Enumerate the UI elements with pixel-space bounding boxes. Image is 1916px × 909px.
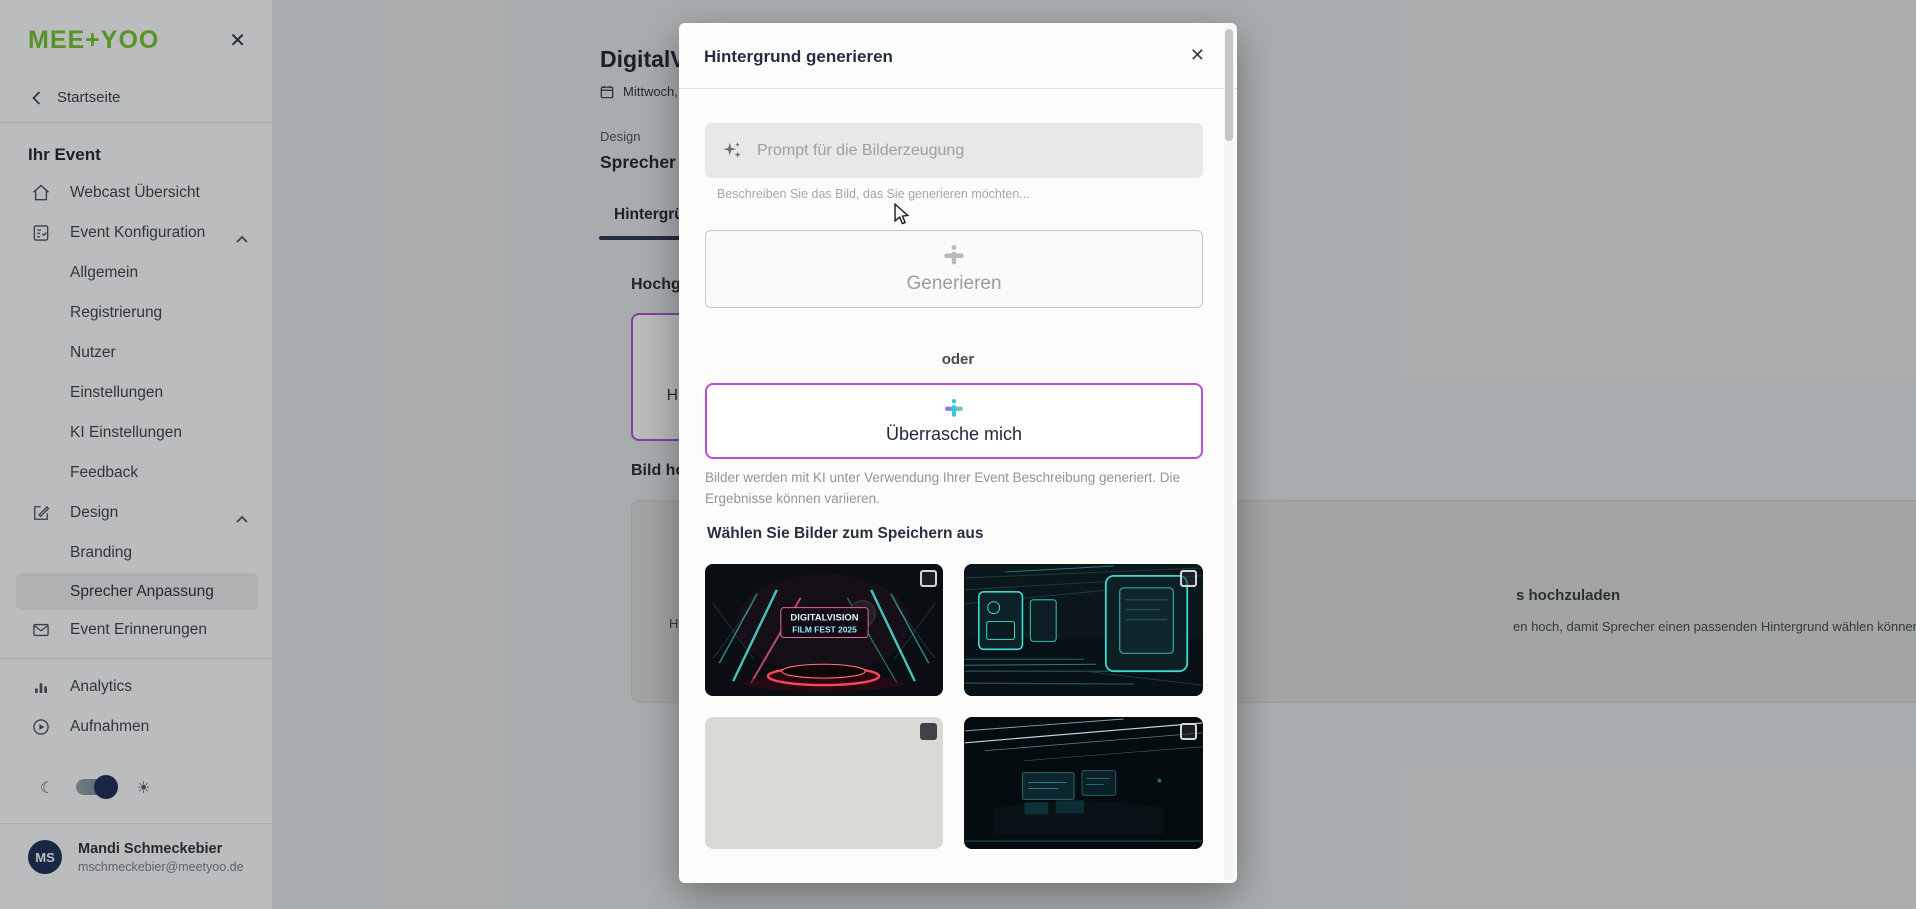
surprise-me-label: Überrasche mich: [886, 424, 1022, 445]
image-checkbox[interactable]: [1180, 723, 1197, 740]
image-checkbox[interactable]: [920, 723, 937, 740]
modal-scrollbar[interactable]: [1224, 26, 1234, 880]
sparkles-icon: [721, 140, 743, 162]
generate-button[interactable]: Generieren: [705, 230, 1203, 308]
modal-title: Hintergrund generieren: [704, 47, 893, 67]
plus-icon: [943, 398, 965, 420]
close-icon[interactable]: ✕: [1190, 45, 1205, 66]
app-root: MEE+YOO ✕ Startseite Ihr Event Webcast Ü…: [0, 0, 1916, 909]
surprise-me-button[interactable]: Überrasche mich: [705, 383, 1203, 459]
ai-generation-note: Bilder werden mit KI unter Verwendung Ih…: [705, 468, 1183, 510]
generated-image-neon-stage[interactable]: DIGITALVISION FILM FEST 2025: [705, 564, 943, 696]
scrollbar-thumb[interactable]: [1225, 29, 1233, 141]
generated-image-placeholder[interactable]: [705, 717, 943, 849]
image-checkbox[interactable]: [1180, 570, 1197, 587]
generated-image-control-room[interactable]: [964, 717, 1203, 849]
or-separator: oder: [679, 351, 1237, 368]
prompt-input[interactable]: [757, 142, 1187, 160]
sign-line2: FILM FEST 2025: [792, 624, 857, 634]
generate-background-modal: Hintergrund generieren ✕ Beschreiben Sie…: [679, 23, 1237, 883]
mouse-cursor: [892, 203, 912, 225]
generated-image-futuristic-studio[interactable]: [964, 564, 1203, 696]
sign-line1: DIGITALVISION: [790, 612, 858, 623]
prompt-helper-text: Beschreiben Sie das Bild, das Sie generi…: [717, 187, 1030, 201]
prompt-field[interactable]: [705, 123, 1203, 178]
modal-header: Hintergrund generieren ✕: [679, 23, 1237, 89]
select-images-heading: Wählen Sie Bilder zum Speichern aus: [707, 525, 984, 543]
image-checkbox[interactable]: [920, 570, 937, 587]
plus-icon: [942, 244, 966, 268]
generate-button-label: Generieren: [906, 273, 1001, 295]
